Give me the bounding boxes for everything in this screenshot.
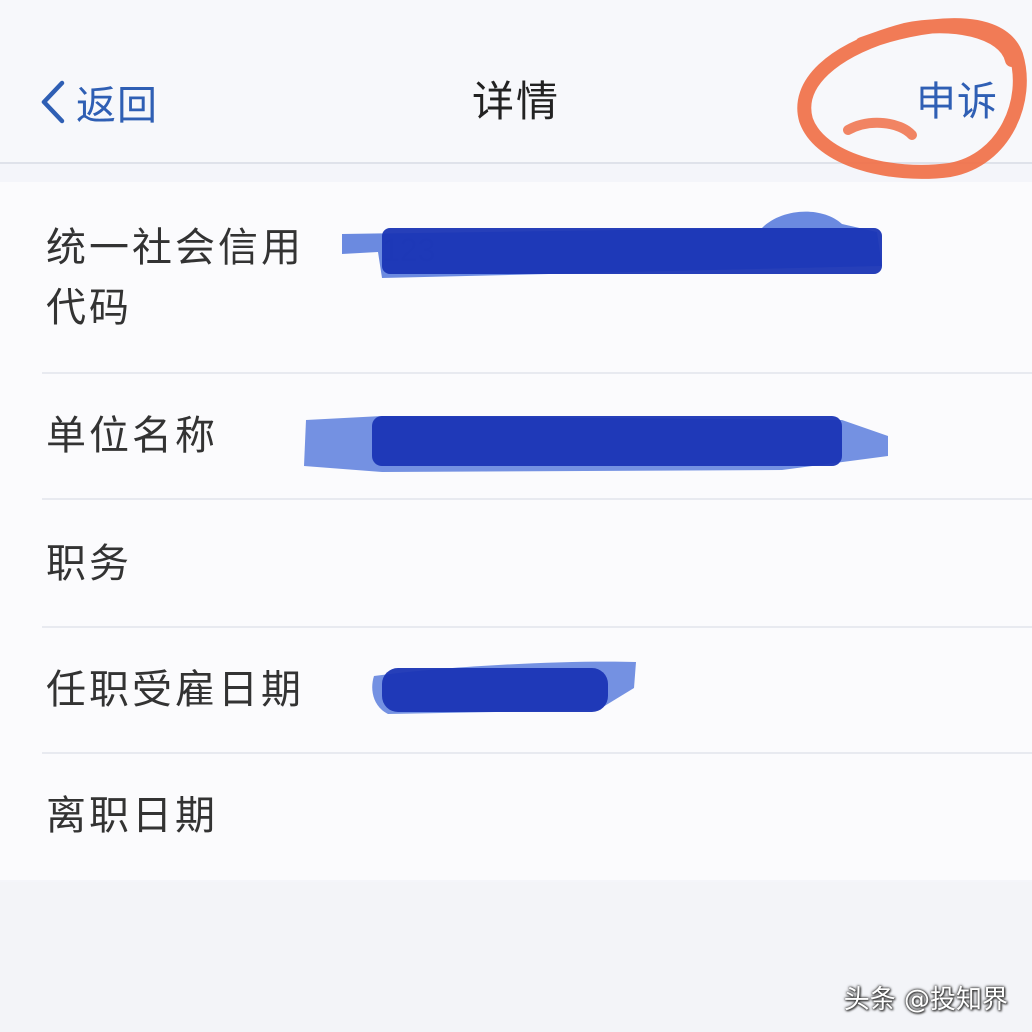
navigation-bar: 返回 详情 申诉: [0, 0, 1032, 164]
list-item: 离职日期: [42, 754, 1032, 880]
detail-list: 统一社会信用代码 123 单位名称 职务 任职受雇日期 离职日期: [0, 182, 1032, 880]
redaction-mark: [304, 416, 888, 472]
redaction-mark: [342, 211, 882, 278]
resignation-date-label: 离职日期: [46, 793, 218, 839]
watermark: 头条 @投知界: [843, 985, 1008, 1015]
credit-code-value: 123: [342, 202, 902, 292]
list-item: 职务: [42, 500, 1032, 628]
employment-date-label: 任职受雇日期: [46, 667, 304, 713]
list-item: 统一社会信用代码 123: [42, 182, 1032, 374]
credit-code-label: 统一社会信用代码: [46, 225, 304, 331]
list-item: 单位名称: [42, 374, 1032, 500]
appeal-button[interactable]: 申诉: [916, 72, 998, 132]
position-label: 职务: [46, 541, 132, 587]
list-item: 任职受雇日期: [42, 628, 1032, 754]
redaction-mark: [372, 661, 636, 714]
footer-area: 头条 @投知界: [0, 882, 1032, 1032]
employer-name-label: 单位名称: [46, 413, 218, 459]
employment-date-value: [368, 658, 642, 720]
credit-code-text: 123: [382, 232, 436, 268]
page-title: 详情: [471, 77, 560, 126]
employer-name-value: [302, 412, 892, 482]
